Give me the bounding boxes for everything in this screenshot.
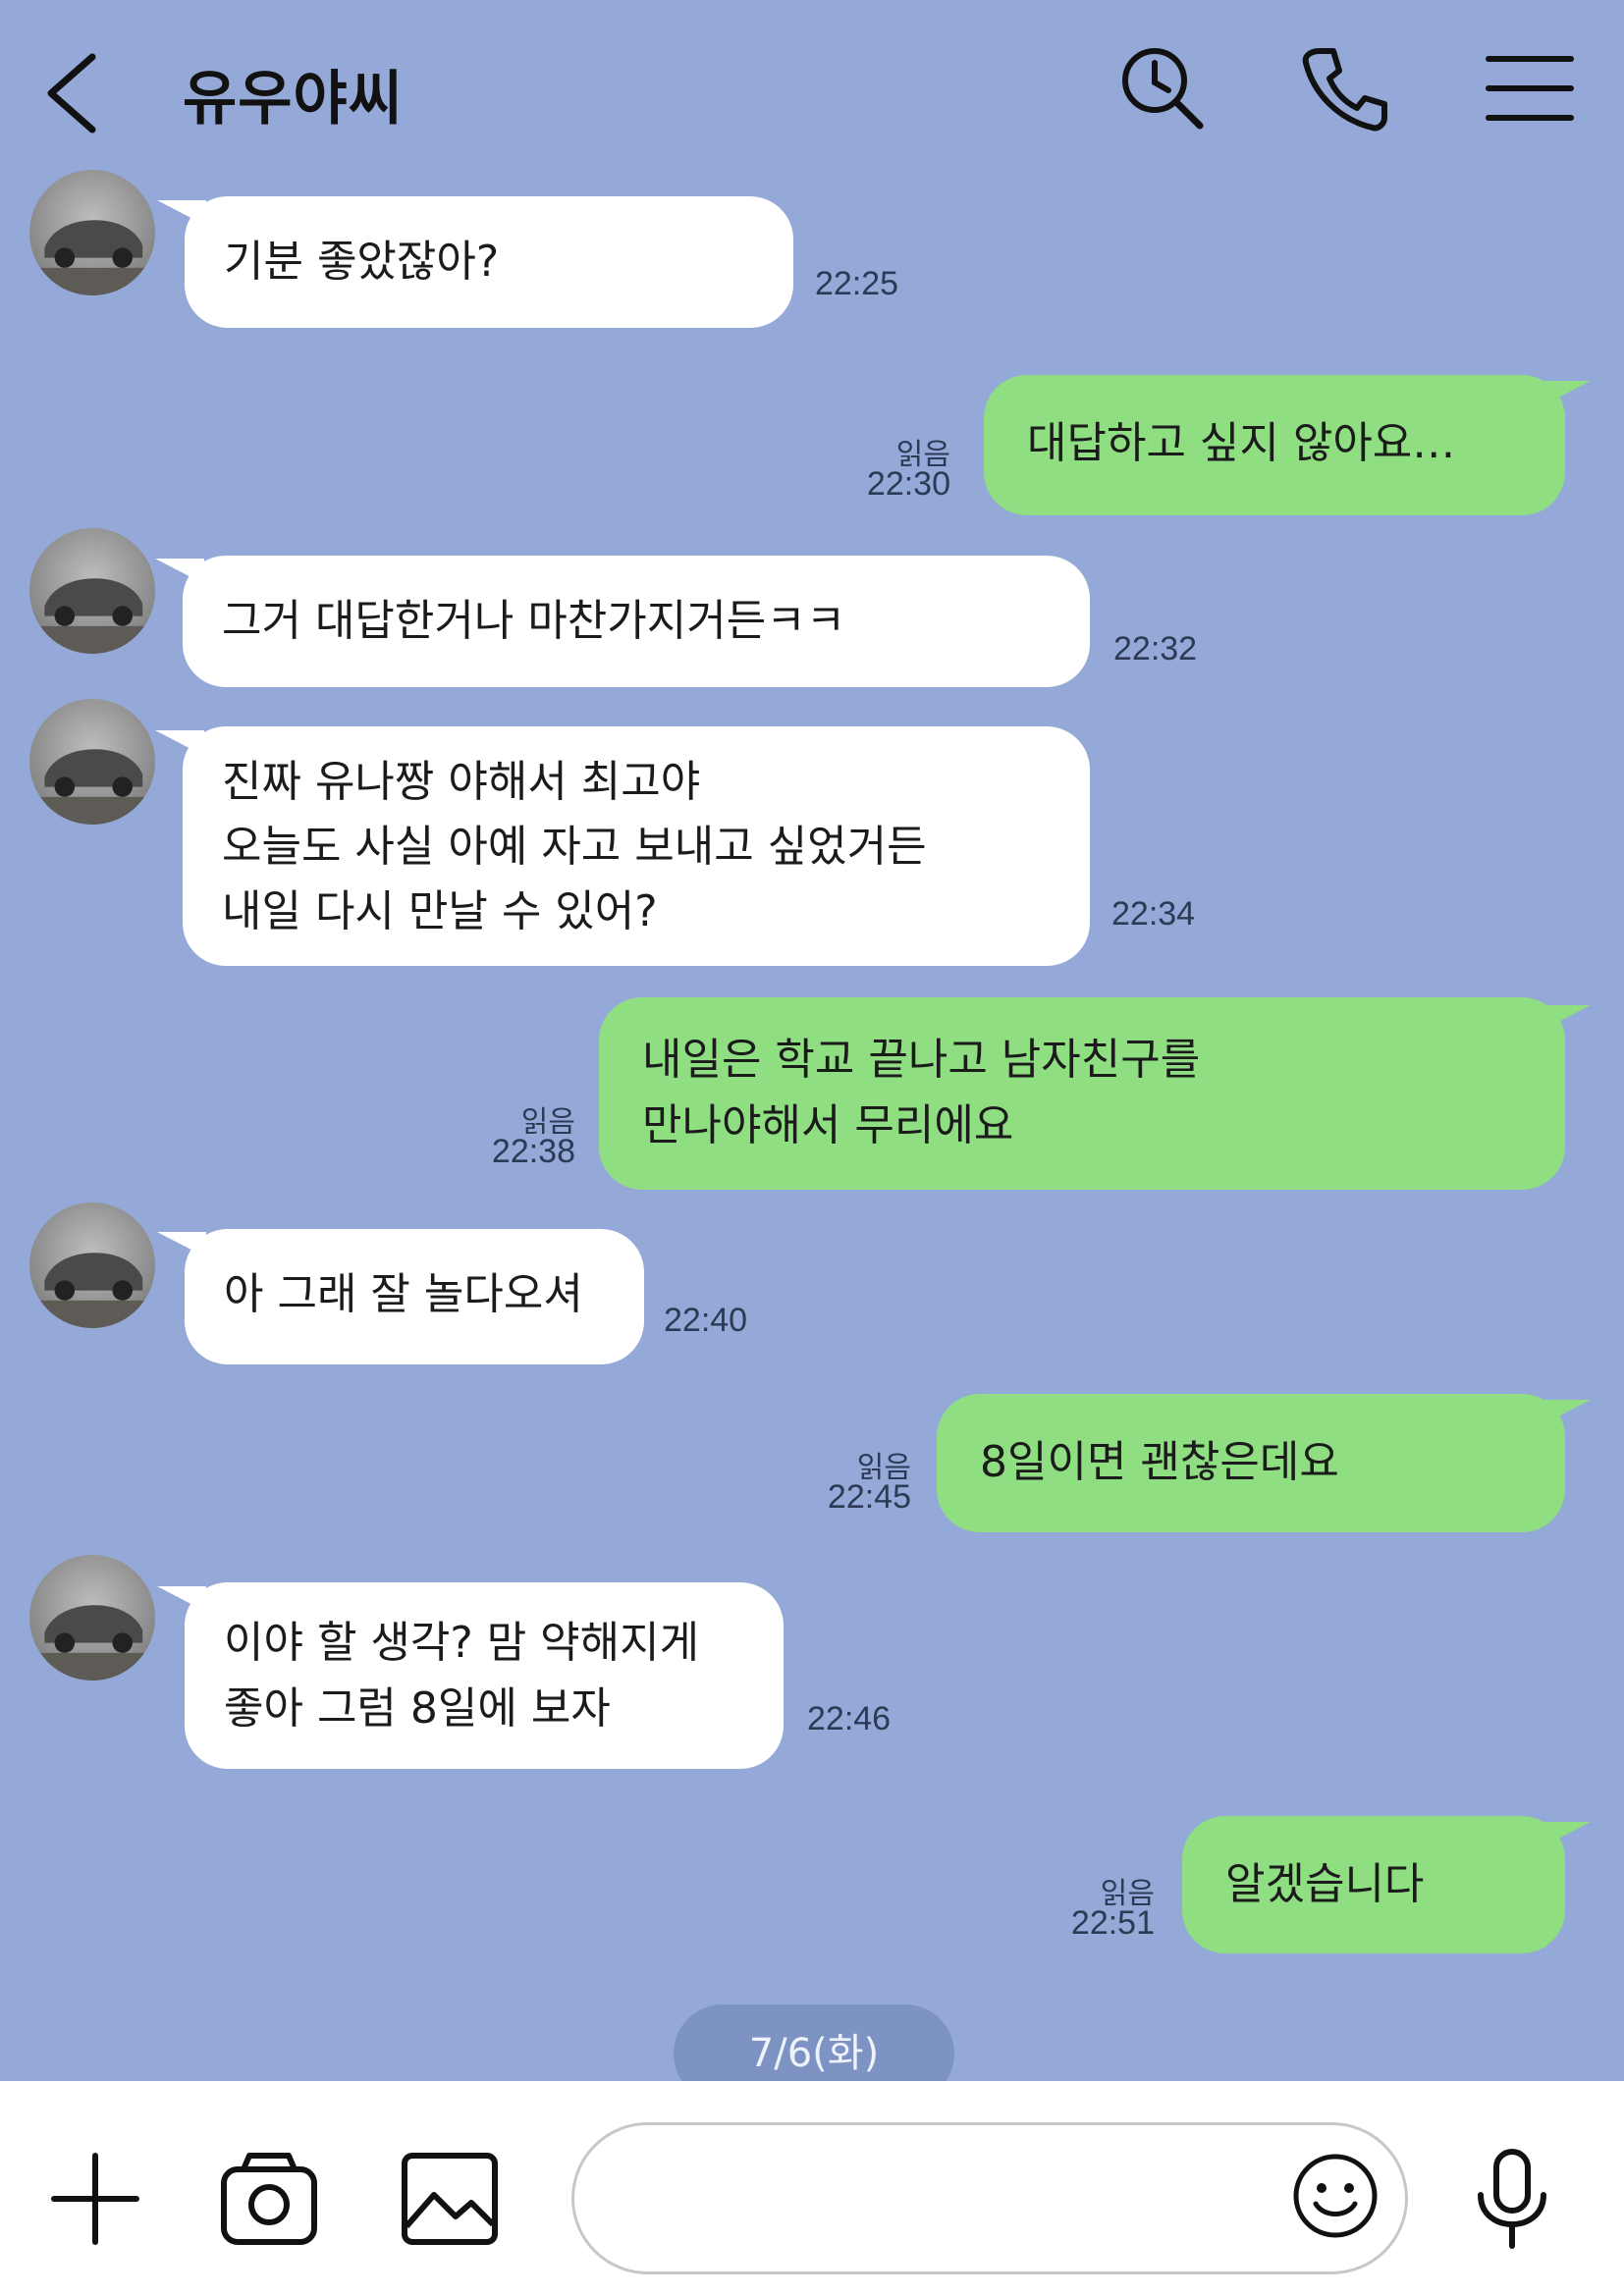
plus-icon[interactable] xyxy=(51,2150,139,2248)
bubble-tail xyxy=(1542,1400,1591,1425)
bubble-tail xyxy=(1542,1822,1591,1847)
message-bubble[interactable]: 8일이면 괜찮은데요 xyxy=(937,1394,1565,1532)
emoji-icon[interactable] xyxy=(1292,2153,1379,2239)
message-bubble[interactable]: 그거 대답한거나 마찬가지거든ㅋㅋ xyxy=(183,556,1090,687)
message-time: 22:46 xyxy=(807,1700,892,1737)
avatar[interactable] xyxy=(29,170,155,295)
message-time: 22:51 xyxy=(1070,1904,1155,1942)
header: 유우야씨 xyxy=(0,0,1624,167)
message-time: 22:34 xyxy=(1111,895,1196,933)
microphone-icon[interactable] xyxy=(1473,2148,1551,2250)
message-bubble[interactable]: 아 그래 잘 놀다오셔 xyxy=(185,1229,644,1364)
message-input[interactable] xyxy=(614,2164,1246,2235)
message-bubble[interactable]: 대답하고 싶지 않아요… xyxy=(984,375,1565,515)
image-icon[interactable] xyxy=(401,2152,499,2246)
message-bubble[interactable]: 진짜 유나짱 야해서 최고야 오늘도 사실 아예 자고 보내고 싶었거든 내일 … xyxy=(183,726,1090,966)
avatar[interactable] xyxy=(29,1555,155,1681)
message-time: 22:40 xyxy=(664,1302,748,1339)
camera-icon[interactable] xyxy=(220,2150,318,2248)
bubble-tail xyxy=(1542,1005,1591,1031)
avatar[interactable] xyxy=(29,1202,155,1328)
message-time: 22:25 xyxy=(815,265,899,302)
message-time: 22:32 xyxy=(1113,630,1198,667)
message-bubble[interactable]: 기분 좋았잖아? xyxy=(185,196,793,328)
message-bubble[interactable]: 이야 할 생각? 맘 약해지게 좋아 그럼 8일에 보자 xyxy=(185,1582,784,1769)
menu-icon[interactable] xyxy=(1483,41,1577,135)
avatar[interactable] xyxy=(29,699,155,825)
message-bubble[interactable]: 알겠습니다 xyxy=(1182,1816,1565,1953)
chat-title: 유우야씨 xyxy=(183,65,404,133)
message-bubble[interactable]: 내일은 학교 끝나고 남자친구를 만나야해서 무리에요 xyxy=(599,997,1565,1190)
message-time: 22:30 xyxy=(866,465,950,503)
avatar[interactable] xyxy=(29,528,155,654)
chevron-left-icon[interactable] xyxy=(37,49,106,137)
search-clock-icon[interactable] xyxy=(1115,41,1210,135)
phone-icon[interactable] xyxy=(1298,41,1392,135)
message-time: 22:38 xyxy=(491,1133,575,1170)
message-input-field[interactable] xyxy=(571,2122,1408,2274)
message-time: 22:45 xyxy=(827,1478,911,1516)
bubble-tail xyxy=(1542,381,1591,406)
